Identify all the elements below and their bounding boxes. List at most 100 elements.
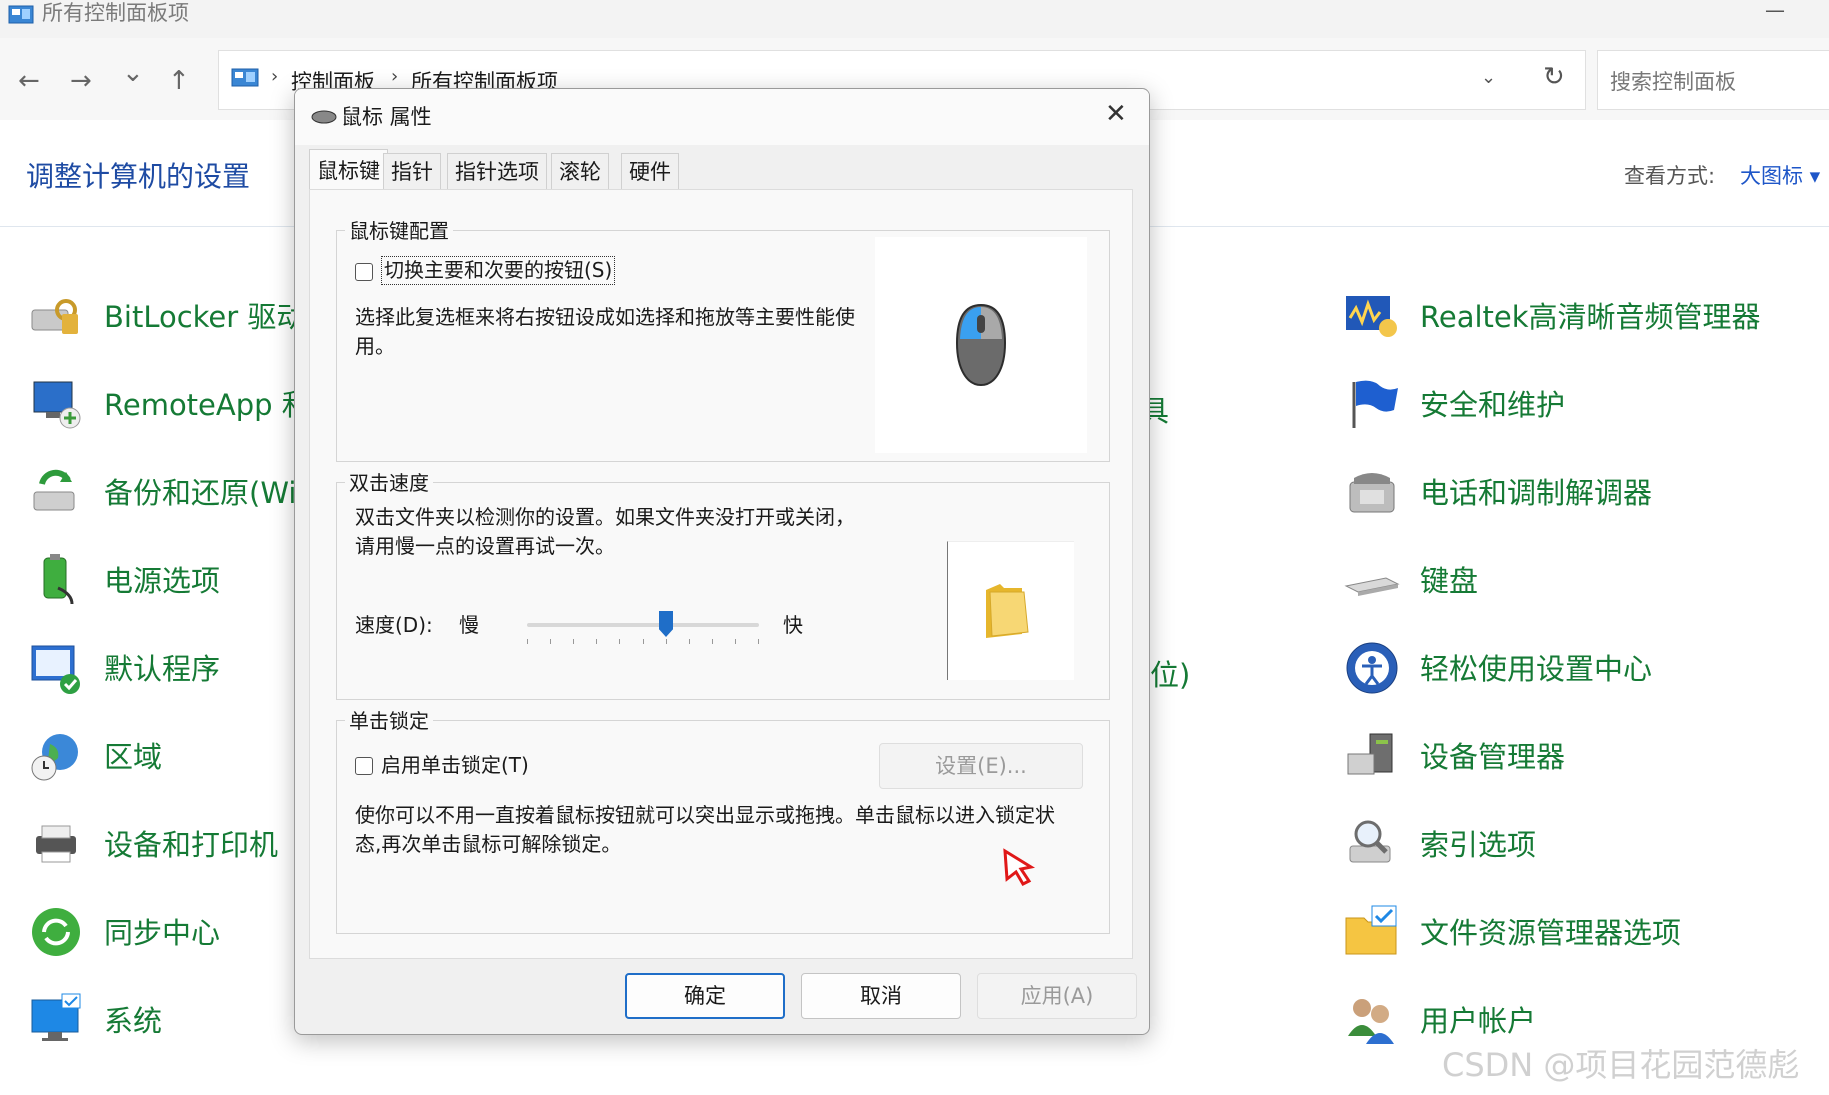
ok-button[interactable]: 确定 xyxy=(625,973,785,1019)
slider-tick xyxy=(689,639,690,644)
cp-item-device-manager[interactable]: 设备管理器 xyxy=(1344,728,1804,784)
mouse-preview xyxy=(875,237,1087,453)
region-icon xyxy=(31,734,78,781)
cp-item-label: 设备和打印机 xyxy=(104,828,279,862)
recent-locations-button[interactable]: ⌄ xyxy=(122,60,144,86)
dialog-titlebar: 鼠标 属性 ✕ xyxy=(295,89,1149,145)
default-programs-icon xyxy=(31,645,80,694)
cp-item-fragment[interactable]: 位) xyxy=(1150,652,1190,694)
slider-tick xyxy=(666,639,667,644)
slider-tick xyxy=(596,639,597,644)
cursor-icon xyxy=(1003,848,1036,886)
test-folder-area[interactable] xyxy=(947,541,1074,680)
cp-item-realtek[interactable]: Realtek高清晰音频管理器 xyxy=(1344,288,1804,344)
cp-item-label: 用户帐户 xyxy=(1420,1004,1537,1038)
button-config-group: 鼠标键配置 切换主要和次要的按钮(S) 选择此复选框来将右按钮设成如选择和拖放等… xyxy=(336,215,1110,462)
cancel-button[interactable]: 取消 xyxy=(801,973,961,1019)
tab-pointers[interactable]: 指针 xyxy=(383,153,441,189)
control-panel-icon xyxy=(8,5,34,24)
switch-buttons-label[interactable]: 切换主要和次要的按钮(S) xyxy=(381,256,616,285)
cp-item-label: Realtek高清晰音频管理器 xyxy=(1420,300,1761,334)
slider-tick xyxy=(573,639,574,644)
close-button[interactable]: ✕ xyxy=(1105,99,1127,129)
cp-item-label: 键盘 xyxy=(1420,564,1479,598)
cp-item-default-programs[interactable]: 默认程序 xyxy=(28,640,298,696)
security-flag-icon xyxy=(1352,380,1398,428)
click-lock-checkbox[interactable] xyxy=(355,757,373,775)
cp-item-label: 电话和调制解调器 xyxy=(1420,476,1653,510)
folder-icon[interactable] xyxy=(982,582,1032,640)
cp-item-remoteapp[interactable]: RemoteApp 和 xyxy=(28,376,311,432)
cp-item-label: 安全和维护 xyxy=(1420,388,1566,422)
double-click-description: 双击文件夹以检测你的设置。如果文件夹没打开或关闭，请用慢一点的设置再试一次。 xyxy=(355,505,855,558)
speed-label: 速度(D): xyxy=(355,613,433,637)
tab-buttons[interactable]: 鼠标键 xyxy=(309,149,388,191)
cp-item-label: 文件资源管理器选项 xyxy=(1420,916,1682,950)
user-accounts-icon xyxy=(1348,999,1394,1044)
minimize-button[interactable]: — xyxy=(1765,0,1785,22)
ease-of-access-icon xyxy=(1346,642,1398,694)
forward-button[interactable]: → xyxy=(70,68,92,94)
cp-item-indexing[interactable]: 索引选项 xyxy=(1344,816,1804,872)
cp-item-label: 系统 xyxy=(104,1004,163,1038)
cp-item-sync-center[interactable]: 同步中心 xyxy=(28,904,298,960)
cp-item-keyboard[interactable]: 键盘 xyxy=(1344,552,1804,608)
cp-item-backup[interactable]: 备份和还原(Wi xyxy=(28,464,298,520)
group-legend: 鼠标键配置 xyxy=(345,215,453,244)
slider-tick xyxy=(758,639,759,644)
cp-item-region[interactable]: 区域 xyxy=(28,728,298,784)
slider-tick xyxy=(712,639,713,644)
page-title: 调整计算机的设置 xyxy=(26,160,251,193)
back-button[interactable]: ← xyxy=(18,68,40,94)
address-dropdown-button[interactable]: ⌄ xyxy=(1481,67,1496,88)
cp-item-power[interactable]: 电源选项 xyxy=(28,552,298,608)
click-lock-label[interactable]: 启用单击锁定(T) xyxy=(381,751,529,780)
window-title: 所有控制面板项 xyxy=(42,1,189,25)
double-click-speed-slider[interactable] xyxy=(527,611,759,651)
cp-item-devices-printers[interactable]: 设备和打印机 xyxy=(28,816,298,872)
slider-tick xyxy=(735,639,736,644)
remoteapp-icon xyxy=(33,381,81,429)
device-manager-icon xyxy=(1347,733,1393,775)
cp-item-ease-of-access[interactable]: 轻松使用设置中心 xyxy=(1344,640,1804,696)
up-button[interactable]: ↑ xyxy=(168,68,190,94)
slider-thumb[interactable] xyxy=(659,611,673,637)
tab-wheel[interactable]: 滚轮 xyxy=(551,153,609,189)
dialog-title: 鼠标 属性 xyxy=(341,105,432,129)
apply-button[interactable]: 应用(A) xyxy=(977,973,1137,1019)
cp-item-label: 区域 xyxy=(104,740,163,774)
cp-item-label: 轻松使用设置中心 xyxy=(1420,652,1653,686)
switch-buttons-checkbox[interactable] xyxy=(355,263,373,281)
bitlocker-icon xyxy=(31,299,78,334)
sync-icon xyxy=(32,908,80,956)
slider-tick xyxy=(550,639,551,644)
search-placeholder: 搜索控制面板 xyxy=(1610,70,1736,94)
cp-item-folder-options[interactable]: 文件资源管理器选项 xyxy=(1344,904,1804,960)
cp-item-label: 电源选项 xyxy=(104,564,221,598)
button-config-description: 选择此复选框来将右按钮设成如选择和拖放等主要性能使用。 xyxy=(355,305,855,358)
group-legend: 双击速度 xyxy=(345,467,433,496)
cp-item-security-maintenance[interactable]: 安全和维护 xyxy=(1344,376,1804,432)
double-click-group: 双击速度 双击文件夹以检测你的设置。如果文件夹没打开或关闭，请用慢一点的设置再试… xyxy=(336,467,1110,700)
cp-item-label: BitLocker 驱动 xyxy=(104,300,306,334)
tab-pointer-options[interactable]: 指针选项 xyxy=(447,153,547,189)
cp-item-system[interactable]: 系统 xyxy=(28,992,298,1048)
printer-icon xyxy=(36,825,76,863)
watermark: CSDN @项目花园范德彪 xyxy=(1442,1046,1800,1084)
view-mode-dropdown[interactable]: 大图标 ▾ xyxy=(1740,160,1820,190)
refresh-button[interactable]: ↻ xyxy=(1543,62,1565,92)
cp-item-label: RemoteApp 和 xyxy=(104,388,311,422)
click-lock-settings-button[interactable]: 设置(E)... xyxy=(879,743,1083,789)
system-icon xyxy=(31,993,81,1041)
cp-item-label: 同步中心 xyxy=(104,916,221,950)
cp-item-phone-modem[interactable]: 电话和调制解调器 xyxy=(1344,464,1804,520)
phone-modem-icon xyxy=(1349,473,1395,513)
mouse-image-icon xyxy=(955,303,1007,387)
tab-hardware[interactable]: 硬件 xyxy=(621,153,679,189)
search-box[interactable]: 搜索控制面板 xyxy=(1597,50,1829,110)
backup-icon xyxy=(33,469,75,511)
cp-item-bitlocker[interactable]: BitLocker 驱动 xyxy=(28,288,305,344)
control-panel-icon xyxy=(231,68,259,87)
breadcrumb-separator: › xyxy=(271,66,279,87)
click-lock-group: 单击锁定 启用单击锁定(T) 设置(E)... 使你可以不用一直按着鼠标按钮就可… xyxy=(336,705,1110,934)
